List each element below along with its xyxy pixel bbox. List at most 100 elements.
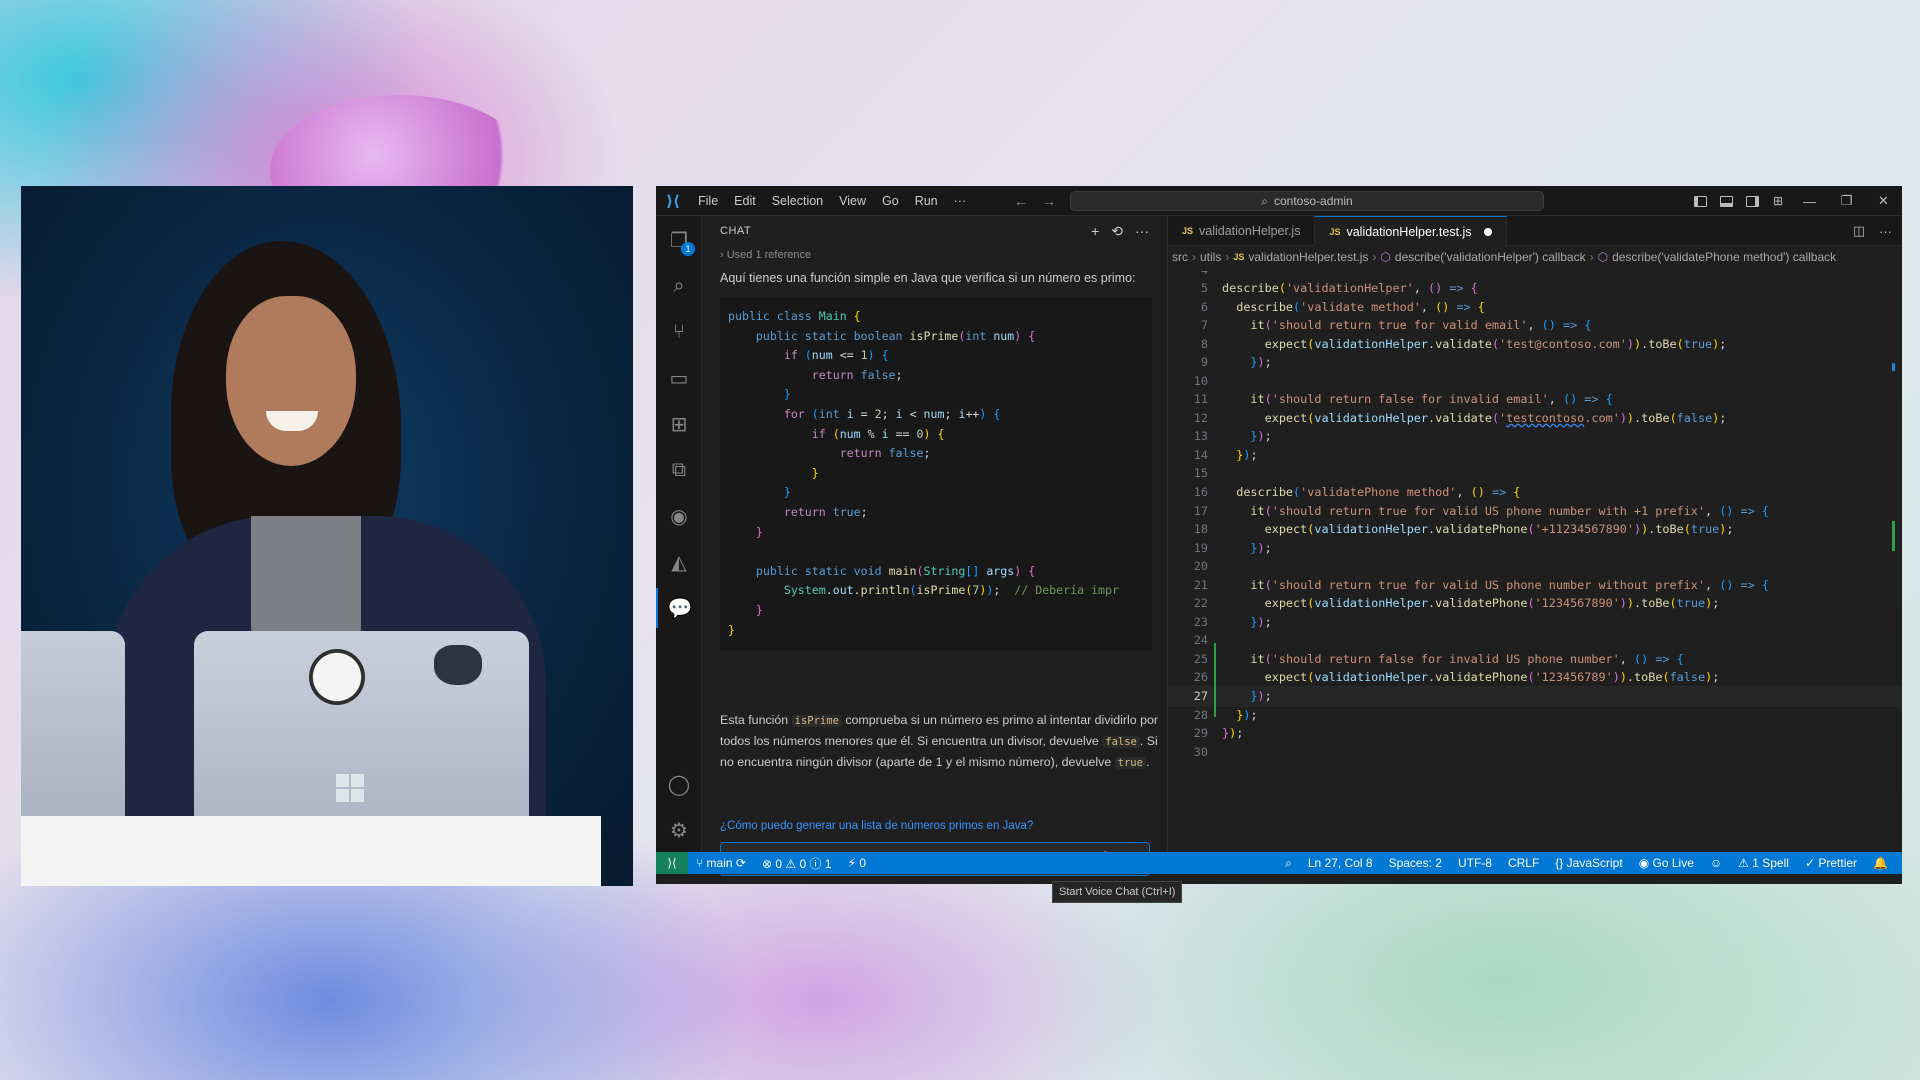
title-bar: ⟩⟨ File Edit Selection View Go Run ··· ←… — [656, 186, 1902, 216]
indentation[interactable]: Spaces: 2 — [1381, 856, 1450, 870]
chat-icon[interactable]: 💬 — [656, 588, 702, 628]
minimize-icon[interactable]: — — [1791, 186, 1828, 216]
info-icon: ⓘ — [809, 856, 822, 871]
warning-icon: ⚠ — [785, 856, 797, 871]
prettier-status[interactable]: ✓ Prettier — [1797, 856, 1865, 870]
split-editor-icon[interactable]: ◫ — [1853, 223, 1865, 239]
braces-icon: {} — [1555, 856, 1564, 870]
menu-file[interactable]: File — [690, 186, 726, 216]
mona-sticker — [434, 645, 482, 685]
javascript-file-icon: JS — [1233, 252, 1245, 262]
cursor-position[interactable]: Ln 27, Col 8 — [1300, 856, 1381, 870]
notifications-bell-icon[interactable]: 🔔 — [1865, 856, 1896, 870]
restore-icon[interactable]: ❐ — [1828, 186, 1865, 216]
git-branch-icon: ⑂ — [696, 856, 704, 870]
editor-tabs: JS validationHelper.js JS validationHelp… — [1168, 216, 1902, 246]
tab-validationhelper-js[interactable]: JS validationHelper.js — [1168, 216, 1316, 246]
editor-area: JS validationHelper.js JS validationHelp… — [1168, 216, 1902, 852]
menu-edit[interactable]: Edit — [726, 186, 764, 216]
check-icon: ✓ — [1804, 856, 1816, 870]
menu-run[interactable]: Run — [907, 186, 946, 216]
symbol-icon: ⬡ — [1380, 250, 1391, 264]
menu-go[interactable]: Go — [874, 186, 907, 216]
account-icon[interactable]: ◯ — [656, 764, 702, 804]
menu-more[interactable]: ··· — [946, 186, 975, 216]
editor-actions: ◫ ··· — [1853, 216, 1892, 246]
breadcrumb: src › utils › JS validationHelper.test.j… — [1168, 246, 1902, 268]
remote-icon[interactable]: ⟩⟨ — [656, 852, 688, 874]
scrollbar-marker — [1892, 363, 1895, 371]
windows-logo — [336, 774, 364, 802]
activity-bar: ❐ 1 ⌕ ⑂ ▭ ⊞ ⧉ ◉ ◭ 💬 ◯ ⚙ — [656, 216, 702, 852]
javascript-file-icon: JS — [1329, 226, 1341, 237]
settings-gear-icon[interactable]: ⚙ — [656, 810, 702, 850]
line-number: 4 — [1168, 271, 1208, 279]
chevron-right-icon: › — [1372, 250, 1377, 264]
customize-layout-icon[interactable]: ⊞ — [1765, 186, 1791, 216]
navigation-arrows: ← → — [1014, 186, 1056, 216]
toggle-secondary-sidebar-icon[interactable] — [1739, 186, 1765, 216]
line-ending[interactable]: CRLF — [1500, 856, 1547, 870]
symbol-icon: ⬡ — [1597, 250, 1609, 264]
chevron-right-icon: › — [1225, 250, 1230, 264]
breadcrumb-describe-validatephone[interactable]: describe('validatePhone method') callbac… — [1612, 250, 1836, 264]
broadcast-icon: ◉ — [1638, 856, 1650, 870]
unsaved-dot-icon[interactable] — [1483, 227, 1492, 236]
presenter-video — [21, 186, 633, 886]
more-actions-icon[interactable]: ··· — [1135, 223, 1149, 239]
testing-icon[interactable]: ⧉ — [656, 450, 702, 490]
back-arrow-icon[interactable]: ← — [1014, 193, 1028, 209]
encoding[interactable]: UTF-8 — [1450, 856, 1500, 870]
used-reference[interactable]: › Used 1 reference — [720, 249, 811, 261]
command-center-search[interactable]: ⌕ contoso-admin — [1070, 191, 1544, 211]
java-code-block[interactable]: public class Main { public static boolea… — [720, 297, 1152, 651]
history-icon[interactable]: ⟲ — [1111, 223, 1123, 240]
forward-arrow-icon[interactable]: → — [1042, 193, 1056, 209]
go-live[interactable]: ◉ Go Live — [1631, 856, 1702, 870]
breadcrumb-src[interactable]: src — [1172, 250, 1188, 264]
toggle-primary-sidebar-icon[interactable] — [1687, 186, 1713, 216]
chevron-right-icon: › — [720, 249, 724, 261]
chat-actions: + ⟲ ··· — [1091, 216, 1149, 246]
copilot-icon[interactable]: ☺ — [1702, 856, 1730, 870]
more-actions-icon[interactable]: ··· — [1879, 224, 1892, 239]
octocat-sticker — [309, 649, 365, 705]
inline-code-isprime: isPrime — [791, 715, 842, 727]
problems-status[interactable]: ⊗ 0 ⚠ 0 ⓘ 1 — [754, 855, 840, 872]
search-icon[interactable]: ⌕ — [656, 266, 702, 306]
explorer-icon[interactable]: ❐ 1 — [656, 220, 702, 260]
menu-view[interactable]: View — [831, 186, 874, 216]
inline-code-false: false — [1102, 736, 1140, 748]
layout-controls: ⊞ — ❐ ✕ — [1687, 186, 1902, 216]
status-bar: ⟩⟨ ⑂ main ⟳ ⊗ 0 ⚠ 0 ⓘ 1 ⚡ 0 ⌕ Ln 27, Col… — [656, 852, 1902, 874]
language-mode[interactable]: {} JavaScript — [1547, 856, 1630, 870]
inline-code-true: true — [1114, 757, 1146, 769]
extensions-icon[interactable]: ⊞ — [656, 404, 702, 444]
zoom-icon[interactable]: ⌕ — [1277, 856, 1300, 871]
toggle-panel-icon[interactable] — [1713, 186, 1739, 216]
new-chat-icon[interactable]: + — [1091, 223, 1099, 239]
chevron-right-icon: › — [1192, 250, 1196, 264]
desk — [21, 816, 601, 886]
remote-explorer-icon[interactable]: ▭ — [656, 358, 702, 398]
github-icon[interactable]: ◉ — [656, 496, 702, 536]
azure-icon[interactable]: ◭ — [656, 542, 702, 582]
menu-selection[interactable]: Selection — [764, 186, 831, 216]
search-icon: ⌕ — [1261, 193, 1268, 208]
ports-status[interactable]: ⚡ 0 — [840, 856, 874, 870]
spell-check[interactable]: ⚠ 1 Spell — [1730, 856, 1797, 870]
followup-suggestion[interactable]: ¿Cómo puedo generar una lista de números… — [720, 820, 1033, 832]
vscode-logo-icon: ⟩⟨ — [666, 192, 680, 210]
breadcrumb-file[interactable]: validationHelper.test.js — [1248, 250, 1368, 264]
code-editor[interactable]: 4 5describe('validationHelper', () => { … — [1168, 271, 1902, 851]
breadcrumb-describe-validationhelper[interactable]: describe('validationHelper') callback — [1395, 250, 1586, 264]
chevron-right-icon: › — [1589, 250, 1594, 264]
javascript-file-icon: JS — [1182, 226, 1194, 236]
tab-validationhelper-test-js[interactable]: JS validationHelper.test.js — [1315, 216, 1507, 246]
workspace-name: contoso-admin — [1274, 194, 1353, 208]
breadcrumb-utils[interactable]: utils — [1200, 250, 1221, 264]
branch-status[interactable]: ⑂ main ⟳ — [688, 856, 754, 870]
error-icon: ⊗ — [761, 856, 773, 871]
source-control-icon[interactable]: ⑂ — [656, 312, 702, 352]
close-icon[interactable]: ✕ — [1865, 186, 1902, 216]
